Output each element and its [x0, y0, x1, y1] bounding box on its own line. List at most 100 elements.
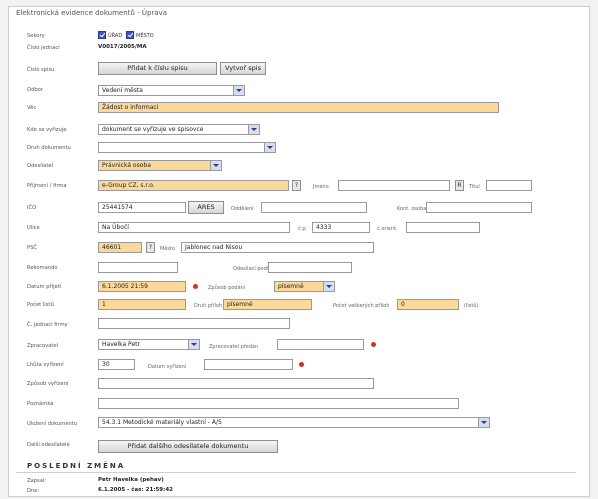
chevron-down-icon	[264, 143, 275, 152]
label-kont-osoba: Kont. osoba	[397, 206, 427, 212]
add-to-file-button[interactable]: Přidat k číslu spisu	[98, 62, 217, 75]
kde-se-vyrizuje-select[interactable]: dokument se vyřizuje ve spisovce	[98, 124, 260, 135]
checkbox-mesto-label: MĚSTO	[136, 33, 154, 39]
mesto-input[interactable]: Jablonec nad Nisou	[181, 242, 374, 253]
ulozeni-dokumentu-select[interactable]: 54.3.1 Metodické materiály vlastní - A/5	[98, 417, 490, 428]
label-oddeleni: Oddělení	[231, 206, 254, 212]
label-dne: Dne:	[27, 488, 40, 494]
label-kde-se-vyrizuje: Kde se vyřizuje	[27, 127, 67, 133]
last-change-heading: POSLEDNÍ ZMĚNA	[27, 462, 126, 470]
label-zapsal: Zapsal:	[27, 478, 47, 484]
cislo-jednaci-value: V0017/2005/MA	[98, 44, 147, 50]
odesilaci-podle-input[interactable]	[268, 262, 352, 273]
zpracovatel-select[interactable]: Havelka Petr	[98, 339, 200, 350]
label-druh-priloh: Druh příloh	[194, 303, 223, 309]
lhuta-vyrizeni-input[interactable]: 30	[98, 359, 135, 370]
odbor-select[interactable]: Vedení města	[98, 85, 245, 96]
rekomando-input[interactable]	[98, 262, 178, 273]
label-zpracovatel: Zpracovatel	[27, 343, 59, 349]
poznamka-input[interactable]	[98, 398, 459, 409]
checkbox-urad[interactable]	[98, 31, 106, 39]
label-pocet-vsech-priloh: Počet veškerých příloh	[333, 303, 390, 309]
label-cislo-spisu: Číslo spisu	[27, 67, 55, 73]
chevron-down-icon	[323, 282, 334, 291]
dne-value: 6.1.2005 - čas: 21:59:42	[98, 487, 173, 493]
label-odesilaci-podle: Odesílací podle	[233, 266, 272, 272]
label-druh-dokumentu: Druh dokumentu	[27, 145, 71, 151]
pocet-listu-input[interactable]: 1	[98, 299, 186, 310]
label-datum-vyrizeni: Datum vyřízení	[148, 364, 187, 370]
odbor-select-value: Vedení města	[102, 87, 143, 94]
datum-vyrizeni-input[interactable]	[204, 359, 293, 370]
label-rekomando: Rekomando	[27, 265, 58, 271]
c-jednaci-firmy-input[interactable]	[98, 318, 290, 329]
ares-button[interactable]: ARES	[188, 201, 224, 214]
label-c-jednaci-firmy: Č. jednací firmy	[27, 322, 68, 328]
jmeno-r-button[interactable]: R	[455, 180, 464, 191]
ulozeni-dokumentu-value: 54.3.1 Metodické materiály vlastní - A/5	[102, 419, 222, 426]
label-odesilatel: Odesílatel	[27, 163, 53, 169]
chevron-down-icon	[210, 161, 221, 170]
label-listu: (listů)	[464, 303, 479, 309]
jmeno-input[interactable]	[338, 180, 450, 191]
label-pocet-listu: Počet listů	[27, 302, 54, 308]
label-ulozeni-dokumentu: Uložení dokumentu	[27, 421, 78, 427]
chevron-down-icon	[233, 86, 244, 95]
page-title: Elektronická evidence dokumentů - Úprava	[16, 9, 168, 17]
label-cislo-jednaci: Číslo jednací	[27, 45, 60, 51]
label-mesto: Město	[160, 246, 176, 252]
label-psc: PSČ	[27, 245, 38, 251]
c-orient-input[interactable]	[406, 222, 480, 233]
add-sender-button[interactable]: Přidat dalšího odesílatele dokumentu	[98, 440, 278, 453]
label-zpusob-vyrizeni: Způsob vyřízení	[27, 381, 69, 387]
label-prijmeni-firma: Příjmení / firma	[27, 183, 67, 189]
zpusob-podani-value: písemně	[278, 283, 304, 290]
required-marker-icon	[371, 342, 376, 347]
oddeleni-input[interactable]	[261, 202, 367, 213]
label-datum-prijeti: Datum přijetí	[27, 284, 62, 290]
vec-input[interactable]: Žádost o informaci	[98, 102, 499, 113]
divider	[16, 472, 576, 473]
zpusob-vyrizeni-input[interactable]	[98, 378, 374, 389]
label-zpusob-podani: Způsob podání	[208, 285, 246, 291]
odesilatel-select[interactable]: Právnická osoba	[98, 160, 222, 171]
druh-priloh-input[interactable]: písemné	[223, 299, 312, 310]
label-sekory: Sekory	[27, 33, 45, 39]
chevron-down-icon	[248, 125, 259, 134]
label-titul: Titul	[469, 184, 480, 190]
zpusob-podani-select[interactable]: písemně	[274, 281, 335, 292]
psc-help-button[interactable]: ?	[146, 242, 155, 253]
zapsal-value: Petr Havelka (pehav)	[98, 477, 164, 483]
pocet-vsech-priloh-input[interactable]: 0	[397, 299, 459, 310]
label-poznamka: Poznámka	[27, 401, 54, 407]
label-jmeno: Jméno	[313, 184, 329, 190]
datum-prijeti-input[interactable]: 6.1.2005 21:59	[98, 281, 186, 292]
titul-input[interactable]	[486, 180, 532, 191]
chevron-down-icon	[188, 340, 199, 349]
cp-input[interactable]: 4333	[312, 222, 370, 233]
checkbox-mesto[interactable]	[126, 31, 134, 39]
prijmeni-firma-input[interactable]: e-Group CZ, s.r.o.	[98, 180, 289, 191]
create-file-button[interactable]: Vytvoř spis	[220, 62, 266, 75]
chevron-down-icon	[478, 418, 489, 427]
prijmeni-help-button[interactable]: ?	[292, 180, 301, 191]
ico-input[interactable]: 25441574	[98, 202, 186, 213]
label-vec: Věc	[27, 105, 37, 111]
required-marker-icon	[299, 362, 304, 367]
label-odbor: Odbor	[27, 87, 43, 93]
label-ico: IČO	[27, 205, 37, 211]
label-zpracovatel-predan: Zpracovatel předán	[209, 344, 259, 350]
kont-osoba-input[interactable]	[426, 202, 532, 213]
druh-dokumentu-select[interactable]	[98, 142, 276, 153]
checkbox-urad-label: ÚŘAD	[108, 33, 123, 39]
zpracovatel-predan-input[interactable]	[277, 339, 364, 350]
odesilatel-value: Právnická osoba	[102, 162, 151, 169]
kde-se-vyrizuje-value: dokument se vyřizuje ve spisovce	[102, 126, 204, 133]
label-cp: č.p.	[298, 226, 308, 232]
psc-input[interactable]: 46601	[98, 242, 142, 253]
label-c-orient: č.orient.	[377, 226, 398, 232]
label-dalsi-odesilatele: Další odesílatelé	[27, 442, 70, 448]
required-marker-icon	[193, 284, 198, 289]
ulice-input[interactable]: Na Úbočí	[98, 222, 290, 233]
label-lhuta-vyrizeni: Lhůta vyřízení	[27, 362, 64, 368]
